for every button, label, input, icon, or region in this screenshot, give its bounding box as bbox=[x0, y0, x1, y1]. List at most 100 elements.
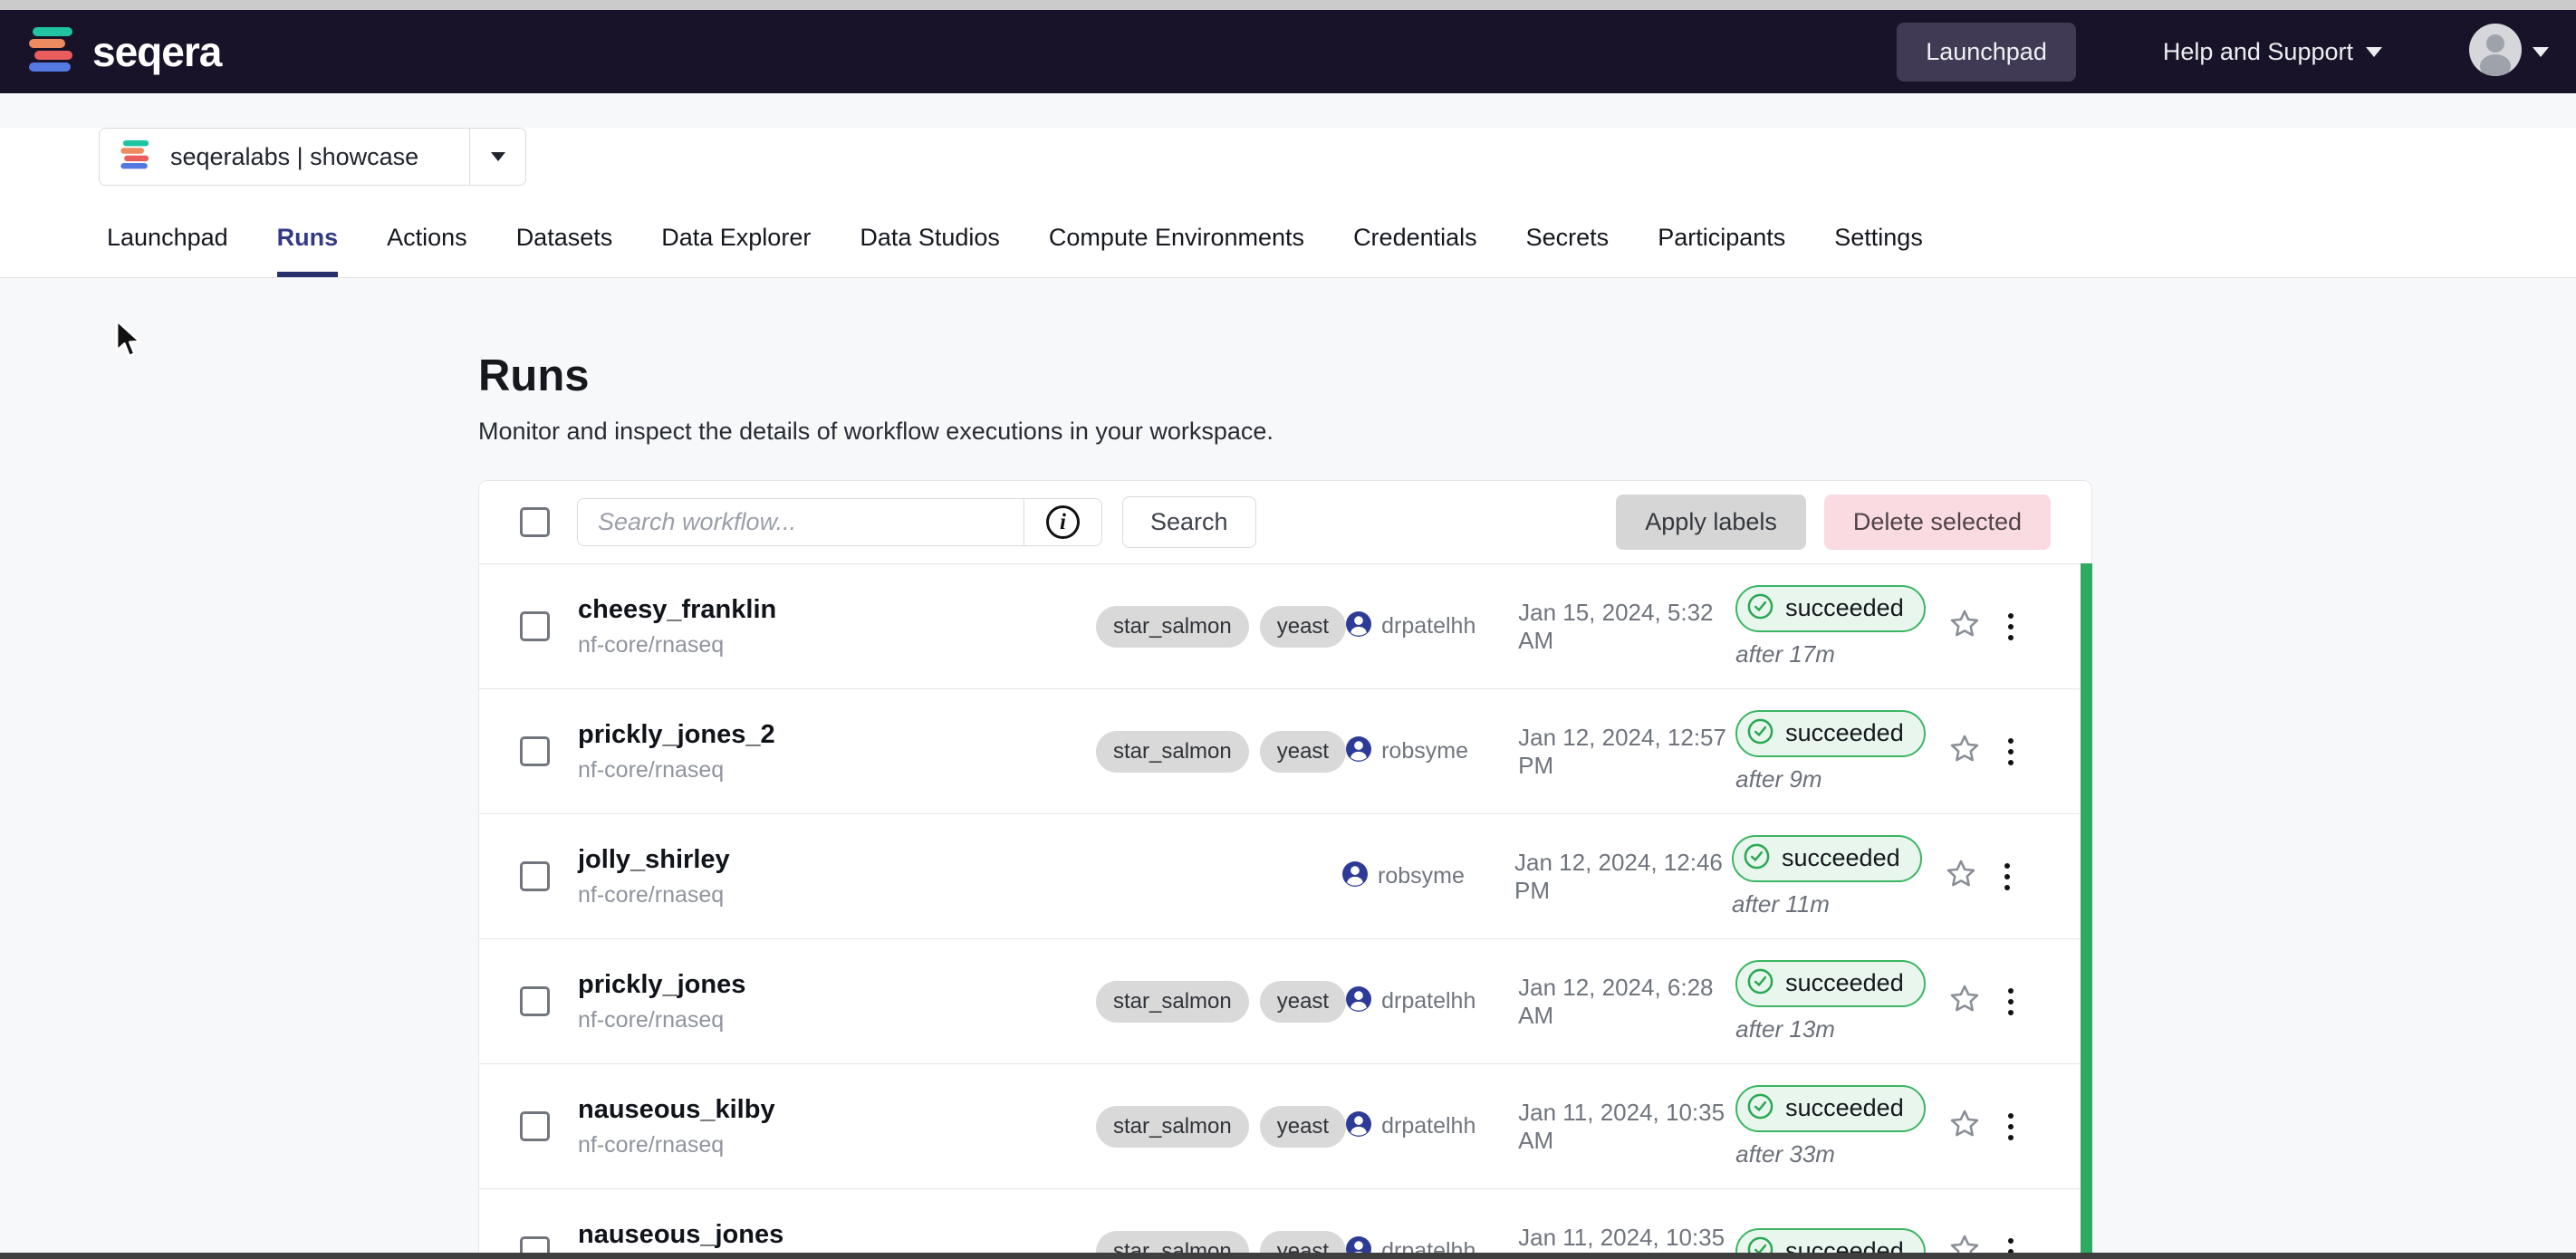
table-row: cheesy_franklin nf-core/rnaseq star_salm… bbox=[479, 563, 2091, 688]
user-icon bbox=[1346, 611, 1371, 641]
search-input[interactable] bbox=[578, 499, 1024, 545]
tab-data-studios[interactable]: Data Studios bbox=[860, 224, 1000, 277]
label-pill[interactable]: yeast bbox=[1260, 1106, 1346, 1148]
table-row: prickly_jones nf-core/rnaseq star_salmon… bbox=[479, 938, 2091, 1063]
workspace-logo-icon bbox=[120, 139, 152, 176]
run-pipeline: nf-core/rnaseq bbox=[578, 882, 1096, 908]
tab-datasets[interactable]: Datasets bbox=[516, 224, 613, 277]
star-button[interactable] bbox=[1937, 983, 1993, 1020]
help-and-support-menu[interactable]: Help and Support bbox=[2163, 38, 2382, 66]
user-name: drpatelhh bbox=[1381, 1113, 1475, 1139]
run-link[interactable]: jolly_shirley nf-core/rnaseq bbox=[578, 845, 1096, 908]
star-icon bbox=[1948, 983, 1981, 1020]
check-circle-icon bbox=[1746, 967, 1774, 1000]
kebab-icon bbox=[2008, 738, 2014, 744]
kebab-icon bbox=[2008, 624, 2014, 630]
brand-wordmark: seqera bbox=[92, 27, 221, 76]
select-all-checkbox[interactable] bbox=[520, 507, 550, 537]
kebab-icon bbox=[2008, 613, 2014, 619]
row-checkbox[interactable] bbox=[520, 1111, 550, 1141]
row-checkbox[interactable] bbox=[520, 611, 550, 641]
run-name: nauseous_kilby bbox=[578, 1095, 1096, 1125]
star-button[interactable] bbox=[1937, 608, 1993, 645]
user-icon bbox=[1346, 1111, 1371, 1141]
status-label: succeeded bbox=[1785, 969, 1904, 997]
page-subtitle: Monitor and inspect the details of workf… bbox=[478, 418, 2092, 446]
mouse-cursor bbox=[113, 319, 149, 365]
tab-launchpad[interactable]: Launchpad bbox=[107, 224, 228, 277]
nav-launchpad-button[interactable]: Launchpad bbox=[1897, 23, 2076, 82]
search-button[interactable]: Search bbox=[1122, 496, 1256, 548]
tab-credentials[interactable]: Credentials bbox=[1353, 224, 1477, 277]
table-row: nauseous_kilby nf-core/rnaseq star_salmo… bbox=[479, 1063, 2091, 1188]
run-link[interactable]: nauseous_kilby nf-core/rnaseq bbox=[578, 1095, 1096, 1158]
chevron-down-icon bbox=[2533, 47, 2549, 57]
label-pill[interactable]: star_salmon bbox=[1096, 1106, 1249, 1148]
run-labels: star_salmon yeast bbox=[1096, 606, 1346, 648]
workspace-header: seqeralabs | showcase Launchpad Runs Actio… bbox=[0, 128, 2576, 278]
row-checkbox[interactable] bbox=[520, 736, 550, 766]
run-link[interactable]: prickly_jones nf-core/rnaseq bbox=[578, 970, 1096, 1033]
chevron-down-icon bbox=[2366, 47, 2382, 57]
run-date: Jan 12, 2024, 12:57 PM bbox=[1518, 724, 1735, 780]
tab-compute-environments[interactable]: Compute Environments bbox=[1049, 224, 1304, 277]
run-date: Jan 12, 2024, 12:46 PM bbox=[1514, 849, 1732, 905]
workspace-selector-current[interactable]: seqeralabs | showcase bbox=[100, 129, 469, 185]
status-badge: succeeded bbox=[1735, 585, 1926, 632]
chevron-down-icon bbox=[491, 152, 505, 161]
run-name: prickly_jones_2 bbox=[578, 720, 1096, 750]
row-menu-button[interactable] bbox=[1993, 613, 2029, 640]
runs-table-card: i Search Apply labels Delete selected ch… bbox=[478, 480, 2092, 1259]
kebab-icon bbox=[2008, 1113, 2014, 1119]
apply-labels-button[interactable]: Apply labels bbox=[1616, 495, 1806, 550]
row-menu-button[interactable] bbox=[1993, 738, 2029, 765]
star-button[interactable] bbox=[1937, 733, 1993, 770]
run-labels: star_salmon yeast bbox=[1096, 731, 1346, 773]
row-checkbox[interactable] bbox=[520, 861, 550, 891]
run-link[interactable]: prickly_jones_2 nf-core/rnaseq bbox=[578, 720, 1096, 783]
run-labels: star_salmon yeast bbox=[1096, 1106, 1346, 1148]
run-user: drpatelhh bbox=[1346, 611, 1518, 641]
row-checkbox[interactable] bbox=[520, 986, 550, 1016]
run-duration: after 11m bbox=[1732, 890, 1933, 918]
table-row: prickly_jones_2 nf-core/rnaseq star_salm… bbox=[479, 688, 2091, 813]
label-pill[interactable]: star_salmon bbox=[1096, 731, 1249, 773]
label-pill[interactable]: yeast bbox=[1260, 981, 1346, 1023]
row-menu-button[interactable] bbox=[1989, 863, 2025, 890]
kebab-icon bbox=[2008, 749, 2014, 754]
run-user: drpatelhh bbox=[1346, 986, 1518, 1016]
user-menu[interactable] bbox=[2469, 24, 2549, 81]
kebab-icon bbox=[2008, 1135, 2014, 1140]
run-date: Jan 11, 2024, 10:35 AM bbox=[1518, 1099, 1735, 1155]
run-user: robsyme bbox=[1342, 861, 1514, 891]
run-duration: after 9m bbox=[1735, 765, 1937, 793]
tab-data-explorer[interactable]: Data Explorer bbox=[661, 224, 811, 277]
label-pill[interactable]: star_salmon bbox=[1096, 606, 1249, 648]
status-badge: succeeded bbox=[1735, 1085, 1926, 1132]
run-link[interactable]: cheesy_franklin nf-core/rnaseq bbox=[578, 595, 1096, 658]
label-pill[interactable]: yeast bbox=[1260, 606, 1346, 648]
workspace-selector-dropdown-button[interactable] bbox=[469, 129, 525, 185]
row-menu-button[interactable] bbox=[1993, 988, 2029, 1015]
search-info-button[interactable]: i bbox=[1024, 499, 1101, 545]
tab-actions[interactable]: Actions bbox=[387, 224, 467, 277]
label-pill[interactable]: yeast bbox=[1260, 731, 1346, 773]
tab-settings[interactable]: Settings bbox=[1834, 224, 1923, 277]
tab-participants[interactable]: Participants bbox=[1658, 224, 1785, 277]
row-menu-button[interactable] bbox=[1993, 1113, 2029, 1140]
star-button[interactable] bbox=[1933, 858, 1989, 895]
run-date: Jan 12, 2024, 6:28 AM bbox=[1518, 974, 1735, 1030]
run-pipeline: nf-core/rnaseq bbox=[578, 1007, 1096, 1033]
delete-selected-button[interactable]: Delete selected bbox=[1824, 495, 2051, 550]
tab-runs[interactable]: Runs bbox=[277, 224, 339, 277]
workspace-selector[interactable]: seqeralabs | showcase bbox=[99, 128, 526, 186]
tab-secrets[interactable]: Secrets bbox=[1526, 224, 1610, 277]
kebab-icon bbox=[2008, 1124, 2014, 1129]
run-name: prickly_jones bbox=[578, 970, 1096, 1000]
star-icon bbox=[1948, 1108, 1981, 1145]
user-icon bbox=[1346, 986, 1371, 1016]
brand[interactable]: seqera bbox=[27, 24, 221, 80]
star-button[interactable] bbox=[1937, 1108, 1993, 1145]
label-pill[interactable]: star_salmon bbox=[1096, 981, 1249, 1023]
status-label: succeeded bbox=[1785, 594, 1904, 622]
